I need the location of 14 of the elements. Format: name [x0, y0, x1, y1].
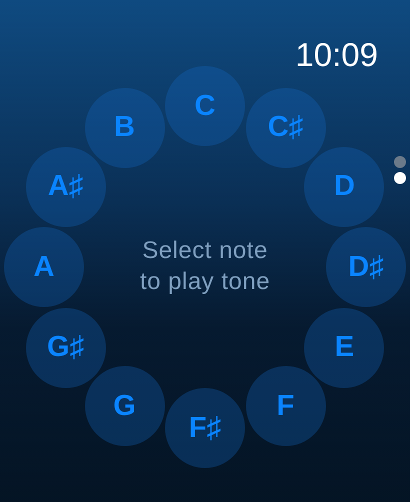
clock-time: 10:09 — [295, 36, 378, 74]
note-button[interactable]: D — [304, 146, 384, 226]
note-button[interactable]: F — [246, 366, 326, 446]
note-button[interactable]: C♯ — [246, 88, 326, 168]
note-button[interactable]: G — [84, 366, 164, 446]
note-button[interactable]: D♯ — [326, 227, 406, 307]
note-button[interactable]: G♯ — [26, 308, 106, 388]
note-button[interactable]: A — [4, 227, 84, 307]
note-button[interactable]: E — [304, 308, 384, 388]
instruction-text: Select note to play tone — [138, 236, 272, 297]
note-button[interactable]: A♯ — [26, 146, 106, 226]
note-button[interactable]: F♯ — [165, 388, 245, 468]
note-button[interactable]: B — [84, 88, 164, 168]
note-button[interactable]: C — [165, 66, 245, 146]
